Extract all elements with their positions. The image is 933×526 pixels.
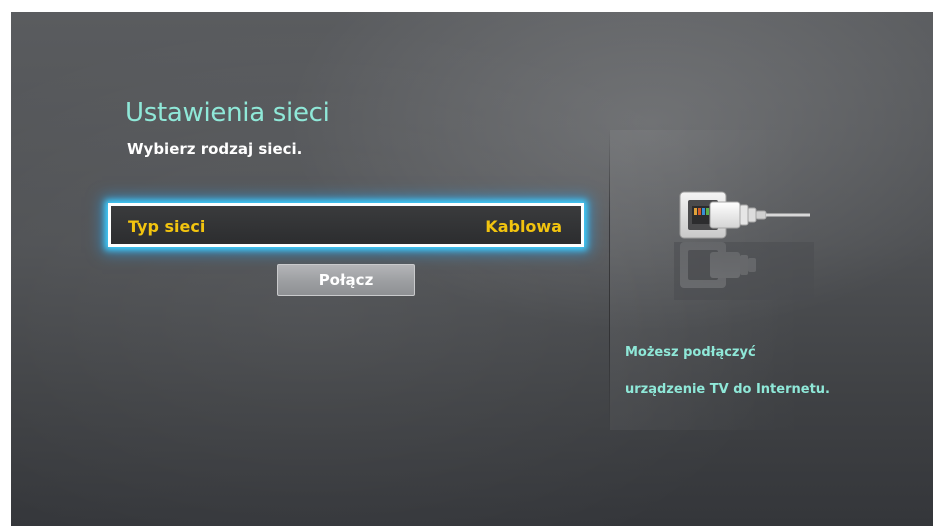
info-text-line-2: urządzenie TV do Internetu. <box>625 382 830 397</box>
network-type-selector[interactable]: Typ sieci Kablowa <box>108 203 584 247</box>
info-text-line-1: Możesz podłączyć <box>625 345 756 360</box>
connect-button[interactable]: Połącz <box>277 264 415 296</box>
network-type-value: Kablowa <box>485 217 562 236</box>
page-title: Ustawienia sieci <box>125 98 330 128</box>
tv-screen: Ustawienia sieci Wybierz rodzaj sieci. T… <box>11 12 933 526</box>
ethernet-cable-icon <box>674 191 814 300</box>
panel-divider <box>609 130 610 430</box>
page-subtitle: Wybierz rodzaj sieci. <box>127 140 303 158</box>
network-type-label: Typ sieci <box>128 217 206 236</box>
